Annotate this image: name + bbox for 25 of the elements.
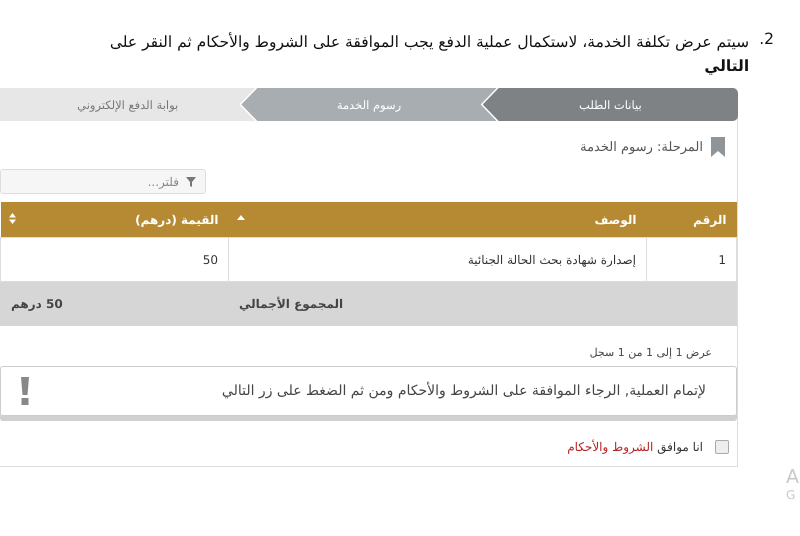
agree-checkbox[interactable]	[715, 440, 729, 454]
terms-link[interactable]: الشروط والأحكام	[567, 440, 654, 454]
filter-field[interactable]: فلتر...	[0, 169, 206, 194]
agree-label: انا موافق الشروط والأحكام	[567, 440, 703, 454]
column-header[interactable]: الرقم	[646, 202, 736, 238]
total-label: المجموع الأجمالي	[228, 282, 646, 326]
progress-step[interactable]: بيانات الطلب	[482, 88, 738, 121]
progress-step[interactable]: بوابة الدفع الإلكتروني	[0, 88, 256, 121]
table-cell: 50	[0, 238, 228, 282]
table-cell: 1	[646, 238, 736, 282]
bookmark-icon	[711, 137, 725, 157]
sort-icon	[8, 213, 16, 224]
exclamation-icon	[21, 377, 29, 405]
total-value: 50 درهم	[0, 282, 228, 326]
records-info: عرض 1 إلى 1 من 1 سجل	[590, 346, 712, 359]
column-header[interactable]: الوصف	[228, 202, 646, 238]
sort-ascending-icon	[236, 215, 244, 220]
filter-icon	[186, 177, 196, 187]
step-number: 2.	[759, 30, 774, 50]
column-header[interactable]: القيمة (درهم)	[0, 202, 228, 238]
table-cell: إصدارة شهادة بحث الحالة الجنائية	[228, 238, 646, 282]
progress-step[interactable]: رسوم الخدمة	[241, 88, 497, 121]
alert-message: لإتمام العملية, الرجاء الموافقة على الشروط والأحكام ومن ثم الضغط على زر التالي	[222, 383, 706, 399]
instruction-text: سيتم عرض تكلفة الخدمة، لاستكمال عملية الدفع يجب الموافقة على الشروط والأحكام ثم النقر على التالي	[108, 31, 750, 77]
stage-label: المرحلة: رسوم الخدمة	[580, 140, 703, 154]
